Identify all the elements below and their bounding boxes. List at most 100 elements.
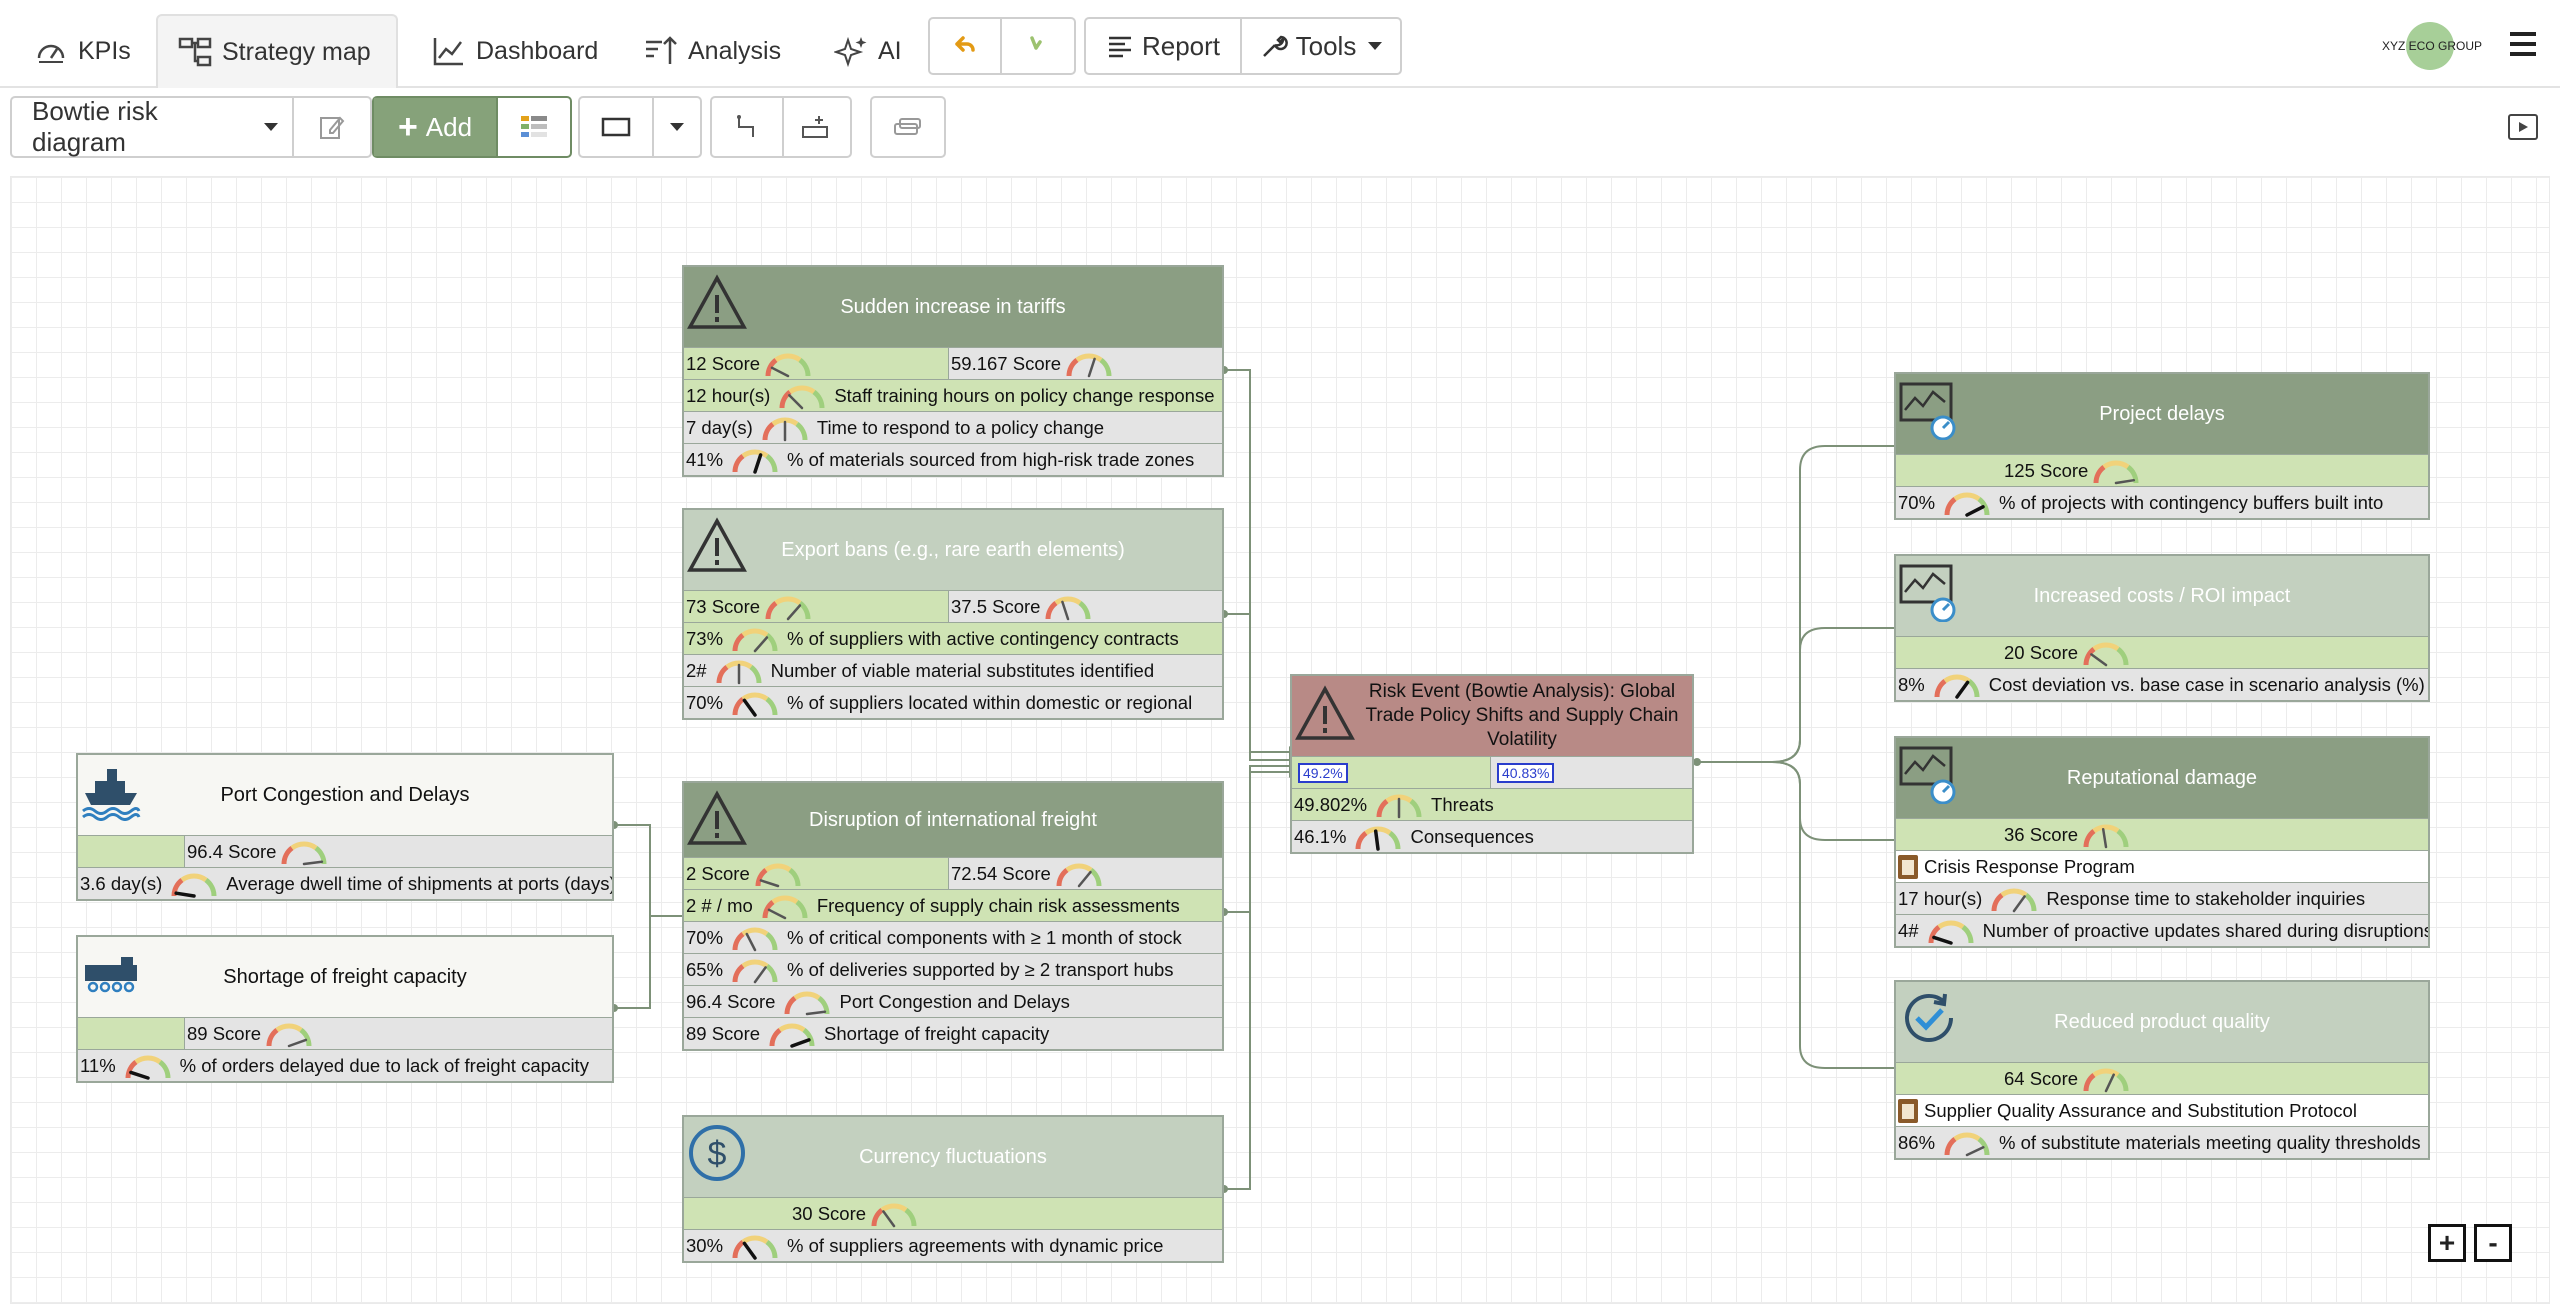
kpi-row[interactable]: 11% % of orders delayed due to lack of fr…: [78, 1049, 612, 1081]
top-navigation: KPIs Strategy map Dashboard Analysis AI …: [0, 0, 2560, 88]
report-button[interactable]: Report: [1086, 19, 1242, 73]
score-cell: 49.2%: [1292, 757, 1490, 788]
layer-button[interactable]: [872, 98, 944, 156]
kpi-row[interactable]: 46.1% Consequences: [1292, 820, 1692, 852]
kpi-label: Cost deviation vs. base case in scenario…: [1988, 673, 2425, 695]
gauge-icon: [1941, 1129, 1993, 1157]
edit-diagram-button[interactable]: [294, 98, 370, 156]
undo-button[interactable]: [930, 19, 1002, 73]
score-spacer: [78, 836, 184, 867]
zoom-out-button[interactable]: -: [2474, 1224, 2512, 1262]
threat-card-freight-disruption[interactable]: Disruption of international freight 2 Sc…: [682, 781, 1224, 1051]
kpi-value: 70%: [1898, 491, 1936, 513]
kpi-row[interactable]: 7 day(s) Time to respond to a policy chan…: [684, 411, 1222, 443]
clipboard-icon: [1898, 1098, 1918, 1123]
tab-strategy-map[interactable]: Strategy map: [156, 14, 398, 88]
consequence-card-project-delays[interactable]: Project delays 125 Score 70% % of project…: [1894, 372, 2430, 520]
kpi-value: 49.802%: [1294, 793, 1368, 815]
kpi-row[interactable]: 3.6 day(s) Average dwell time of shipment…: [78, 867, 612, 899]
color-legend-button[interactable]: [498, 98, 570, 156]
kpi-row[interactable]: 86% % of substitute materials meeting qua…: [1896, 1126, 2428, 1158]
kpi-label: Number of viable material substitutes id…: [770, 659, 1155, 681]
add-connector-button[interactable]: [784, 98, 850, 156]
tab-dashboard[interactable]: Dashboard: [412, 14, 618, 88]
kpi-value: 2 # / mo: [686, 894, 753, 916]
gauge-icon: [1941, 489, 1993, 517]
consequence-card-quality[interactable]: Reduced product quality 64 Score Supplie…: [1894, 980, 2430, 1160]
kpi-row[interactable]: 70% % of critical components with ≥ 1 mon…: [684, 921, 1222, 953]
kpi-value: 70%: [686, 691, 724, 713]
gauge-icon: [762, 593, 814, 621]
program-label: Supplier Quality Assurance and Substitut…: [1924, 1099, 2357, 1121]
redo-button[interactable]: [1002, 19, 1074, 73]
score-value: 37.5 Score: [951, 595, 1041, 617]
score-value: 20 Score: [2004, 641, 2079, 663]
shape-dropdown-button[interactable]: [654, 98, 700, 156]
score-spacer: [1896, 637, 2002, 668]
threat-card-export-bans[interactable]: Export bans (e.g., rare earth elements) …: [682, 508, 1224, 720]
score-value: 36 Score: [2004, 823, 2079, 845]
score-cell: 125 Score: [2002, 455, 2428, 486]
line-chart-icon: [433, 38, 463, 66]
cause-card-port-congestion[interactable]: Port Congestion and Delays 96.4 Score 3.…: [76, 753, 614, 901]
kpi-row[interactable]: 17 hour(s) Response time to stakeholder i…: [1896, 882, 2428, 914]
kpi-row[interactable]: 30% % of suppliers agreements with dynami…: [684, 1229, 1222, 1261]
diagram-select[interactable]: Bowtie risk diagram: [12, 96, 294, 157]
score-cell: 72.54 Score: [948, 858, 1222, 889]
tab-kpis[interactable]: KPIs: [14, 14, 151, 88]
menu-hamburger-icon[interactable]: [2510, 32, 2536, 56]
zoom-in-button[interactable]: +: [2428, 1224, 2466, 1262]
kpi-row[interactable]: 8% Cost deviation vs. base case in scenar…: [1896, 668, 2428, 700]
kpi-row[interactable]: 41% % of materials sourced from high-risk…: [684, 443, 1222, 475]
kpi-label: % of deliveries supported by ≥ 2 transpo…: [787, 958, 1174, 980]
zoom-controls: + -: [2428, 1224, 2512, 1262]
score-cell: 20 Score: [2002, 637, 2428, 668]
kpi-value: 96.4 Score: [686, 990, 776, 1012]
kpi-row[interactable]: 2# Number of viable material substitutes …: [684, 654, 1222, 686]
cause-card-freight-capacity[interactable]: Shortage of freight capacity 89 Score 11…: [76, 935, 614, 1083]
gauge-icon: [1931, 671, 1983, 699]
score-row: 73 Score 37.5 Score: [684, 590, 1222, 622]
score-spacer: [1896, 1063, 2002, 1094]
rectangle-shape-button[interactable]: [580, 98, 654, 156]
kpi-row[interactable]: 12 hour(s) Staff training hours on policy…: [684, 379, 1222, 411]
tab-ai[interactable]: AI: [814, 14, 922, 88]
gauge-icon: [729, 625, 781, 653]
kpi-value: 65%: [686, 958, 724, 980]
kpi-row[interactable]: 65% % of deliveries supported by ≥ 2 tran…: [684, 953, 1222, 985]
program-row[interactable]: Supplier Quality Assurance and Substitut…: [1896, 1094, 2428, 1126]
kpi-row[interactable]: 70% % of projects with contingency buffer…: [1896, 486, 2428, 518]
kpi-label: Number of proactive updates shared durin…: [1982, 919, 2428, 941]
kpi-value: 89 Score: [686, 1022, 761, 1044]
card-title: Risk Event (Bowtie Analysis): Global Tra…: [1365, 681, 1679, 750]
threat-card-currency[interactable]: $ Currency fluctuations 30 Score 30% % of…: [682, 1115, 1224, 1263]
kpi-row[interactable]: 49.802% Threats: [1292, 788, 1692, 820]
kpi-value: 41%: [686, 448, 724, 470]
kpi-row[interactable]: 4# Number of proactive updates shared dur…: [1896, 914, 2428, 946]
gauge-icon: [2090, 457, 2142, 485]
presentation-mode-button[interactable]: [2508, 114, 2538, 140]
consequence-card-costs[interactable]: Increased costs / ROI impact 20 Score 8%…: [1894, 554, 2430, 702]
tab-analysis[interactable]: Analysis: [624, 14, 801, 88]
kpi-row[interactable]: 96.4 Score Port Congestion and Delays: [684, 985, 1222, 1017]
add-button[interactable]: + Add: [374, 98, 498, 156]
risk-event-card[interactable]: Risk Event (Bowtie Analysis): Global Tra…: [1290, 674, 1694, 854]
gauge-icon: [1042, 593, 1094, 621]
sort-icon: [646, 36, 677, 64]
company-name: XYZ ECO GROUP: [2381, 39, 2482, 53]
card-title: Currency fluctuations: [859, 1146, 1047, 1168]
gauge-icon: [263, 1020, 315, 1048]
kpi-row[interactable]: 70% % of suppliers located within domesti…: [684, 686, 1222, 718]
consequence-card-reputation[interactable]: Reputational damage 36 Score Crisis Resp…: [1894, 736, 2430, 948]
kpi-row[interactable]: 89 Score Shortage of freight capacity: [684, 1017, 1222, 1049]
warning-icon: [686, 273, 748, 335]
tools-menu-button[interactable]: Tools: [1242, 19, 1400, 73]
score-row: 89 Score: [78, 1017, 612, 1049]
kpi-label: Response time to stakeholder inquiries: [2046, 887, 2366, 909]
threat-card-tariffs[interactable]: Sudden increase in tariffs 12 Score 59.1…: [682, 265, 1224, 477]
program-row[interactable]: Crisis Response Program: [1896, 850, 2428, 882]
kpi-row[interactable]: 2 # / mo Frequency of supply chain risk a…: [684, 889, 1222, 921]
kpi-row[interactable]: 73% % of suppliers with active contingenc…: [684, 622, 1222, 654]
score-cell: 36 Score: [2002, 819, 2428, 850]
connector-button[interactable]: [712, 98, 784, 156]
